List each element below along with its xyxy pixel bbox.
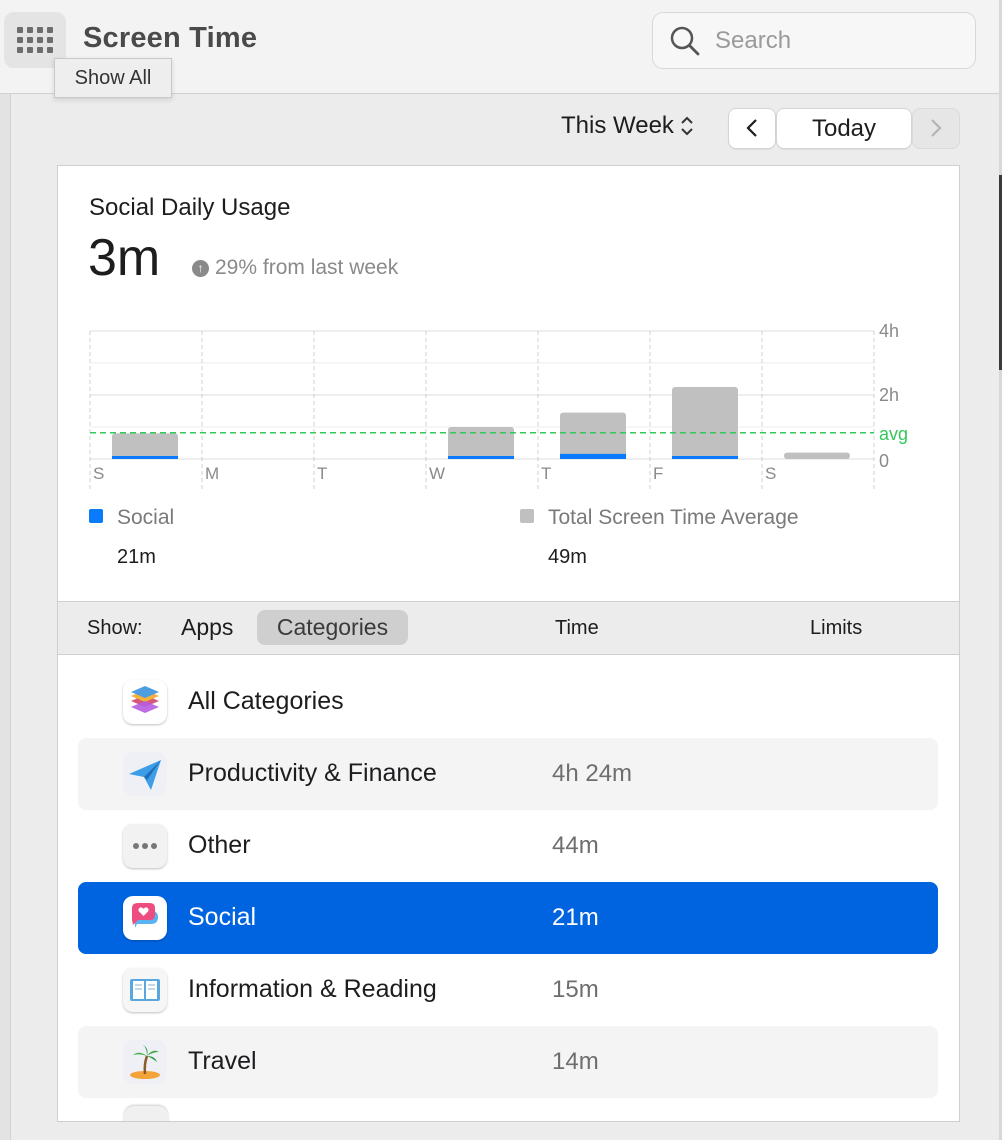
window-title: Screen Time (83, 22, 258, 54)
chart-bar-total (448, 427, 514, 459)
chart-bar-total (560, 412, 626, 459)
chart-bar-social (672, 456, 738, 459)
column-time-header[interactable]: Time (555, 617, 599, 640)
legend-swatch-social (89, 509, 103, 523)
chart-y-tick-label: 4h (879, 321, 899, 341)
column-limits-header[interactable]: Limits (810, 617, 862, 640)
palm-tree-icon (123, 1040, 167, 1084)
chart-bar-total (672, 387, 738, 459)
show-bar: Show: Apps Categories Time Limits (58, 601, 959, 655)
previous-week-button[interactable] (728, 108, 776, 149)
category-time: 21m (552, 904, 599, 931)
paper-plane-icon (123, 752, 167, 796)
chart-bar-social (560, 453, 626, 459)
legend-total: Total Screen Time Average 49m (520, 506, 799, 568)
category-row-other[interactable]: Other 44m (78, 810, 938, 882)
chart-y-tick-label: 2h (879, 385, 899, 405)
category-name: Productivity & Finance (188, 759, 437, 787)
usage-chart: S M T W T F Savg 0 2h 4h (89, 321, 908, 492)
show-apps-button[interactable]: Apps (181, 614, 233, 641)
category-name: Other (188, 831, 251, 859)
up-down-chevron-icon (681, 116, 693, 136)
usage-change: ↑ 29% from last week (192, 256, 398, 280)
usage-change-text: 29% from last week (215, 256, 399, 279)
chart-y-tick-label: 0 (879, 451, 889, 471)
category-row-information[interactable]: Information & Reading 15m (78, 954, 938, 1026)
stack-icon (123, 680, 167, 724)
category-row-social[interactable]: Social 21m (78, 882, 938, 954)
book-icon (123, 968, 167, 1012)
legend-value-social: 21m (117, 546, 156, 568)
chart-x-tick-label: S (93, 464, 104, 483)
usage-panel: Social Daily Usage 3m ↑ 29% from last we… (57, 165, 960, 1122)
chart-x-tick-label: S (765, 464, 776, 483)
period-selector[interactable]: This Week (561, 112, 694, 140)
chevron-right-icon (931, 119, 942, 137)
chart-x-tick-label: T (317, 464, 327, 483)
grid-icon (17, 27, 53, 55)
legend-label-social: Social (117, 506, 175, 529)
legend-swatch-total (520, 509, 534, 523)
chart-x-tick-label: W (429, 464, 445, 483)
chart-bar-social (448, 456, 514, 459)
chart-bar-total (112, 433, 178, 459)
period-label: This Week (561, 112, 674, 139)
show-categories-button[interactable]: Categories (257, 610, 408, 645)
category-time: 44m (552, 832, 599, 859)
legend-value-total: 49m (548, 546, 587, 568)
chevron-left-icon (746, 119, 757, 137)
next-week-button[interactable] (912, 108, 960, 149)
search-icon (670, 26, 700, 56)
category-row-all[interactable]: All Categories (78, 666, 938, 738)
show-label: Show: (87, 617, 143, 639)
search-placeholder: Search (715, 27, 792, 54)
show-all-tooltip: Show All (54, 58, 172, 98)
arrow-up-circle-icon: ↑ (192, 259, 209, 277)
today-button[interactable]: Today (776, 108, 912, 149)
window-left-edge (0, 94, 11, 1140)
category-row-productivity[interactable]: Productivity & Finance 4h 24m (78, 738, 938, 810)
chart-x-tick-label: T (541, 464, 551, 483)
chart-bar-total (784, 452, 850, 459)
chat-heart-icon (123, 896, 167, 940)
search-field[interactable]: Search (652, 12, 976, 69)
category-time: 14m (552, 1048, 599, 1075)
category-time: 4h 24m (552, 760, 633, 787)
category-row-travel[interactable]: Travel 14m (78, 1026, 938, 1098)
category-time: 15m (552, 976, 599, 1003)
chart-x-tick-label: M (205, 464, 219, 483)
usage-value: 3m (88, 229, 161, 287)
legend-label-total: Total Screen Time Average (548, 506, 799, 529)
category-name: Social (188, 903, 257, 931)
ellipsis-icon (123, 824, 167, 868)
chart-avg-label: avg (879, 424, 908, 444)
usage-title: Social Daily Usage (89, 194, 291, 221)
chart-bar-social (112, 456, 178, 459)
category-name: All Categories (188, 687, 344, 715)
chart-x-tick-label: F (653, 464, 663, 483)
legend-social: Social 21m (89, 506, 175, 568)
category-name: Information & Reading (188, 975, 437, 1003)
category-name: Travel (188, 1047, 257, 1075)
partial-category-icon (124, 1106, 168, 1121)
